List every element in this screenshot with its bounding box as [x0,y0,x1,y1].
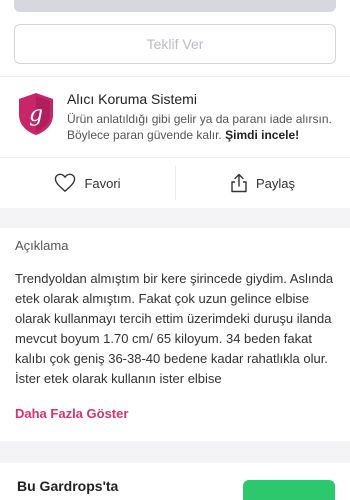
heart-icon [55,173,76,192]
buyer-protection-title: Alıcı Koruma Sistemi [67,91,197,107]
svg-text:g: g [29,102,43,127]
favorite-label: Favori [84,175,121,191]
make-offer-button[interactable]: Teklif Ver [14,24,336,64]
description-text: Trendyoldan almıştım bir kere şirincede … [15,271,334,386]
section-separator [0,441,350,463]
share-button[interactable]: Paylaş [175,158,350,208]
shield-g-icon: g [19,93,53,135]
wardrobe-action-button[interactable] [243,480,335,500]
buyer-protection-text: Ürün anlatıldığı gibi gelir ya da paranı… [67,112,332,142]
primary-action-button[interactable] [14,0,336,12]
make-offer-label: Teklif Ver [146,36,204,52]
favorite-button[interactable]: Favori [0,158,175,208]
show-more-link[interactable]: Daha Fazla Göster [15,406,128,421]
share-label: Paylaş [255,175,296,191]
description-heading: Açıklama [15,238,69,253]
share-icon [231,173,247,193]
wardrobe-section-title: Bu Gardrops'ta [17,478,119,494]
section-separator [0,208,350,228]
buyer-protection-section: g Alıcı Koruma Sistemi Ürün anlatıldığı … [0,78,350,156]
inspect-now-link[interactable]: Şimdi incele! [225,128,299,142]
action-row: Favori Paylaş [0,158,350,208]
divider [0,76,350,77]
